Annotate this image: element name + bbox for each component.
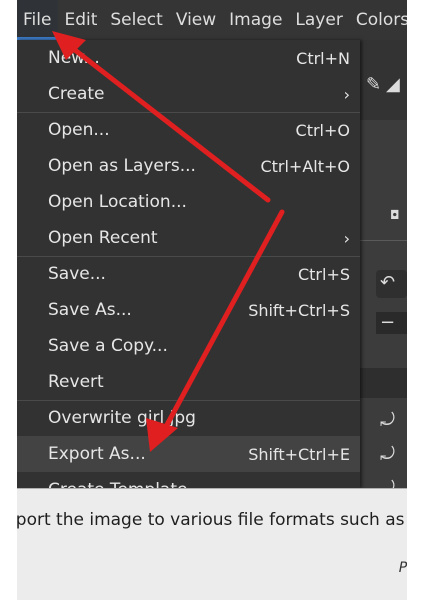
menu-item-save-a-copy[interactable]: Save a Copy... bbox=[17, 328, 360, 364]
menu-file[interactable]: File bbox=[17, 0, 59, 40]
background-panels: ✎ ◢ ◘ ↶ − ⤾ ⤾ ⤾ bbox=[360, 40, 407, 499]
undo-history-icon[interactable]: ↶ bbox=[380, 272, 395, 293]
menu-item-label: New... bbox=[48, 48, 100, 68]
submenu-chevron-icon: › bbox=[343, 228, 350, 248]
help-hint: Press F1 for more help bbox=[399, 560, 407, 576]
tooltip-border bbox=[17, 488, 407, 489]
menu-item-revert[interactable]: Revert bbox=[17, 364, 360, 400]
menu-layer[interactable]: Layer bbox=[289, 0, 349, 40]
menubar: File Edit Select View Image Layer Colors bbox=[17, 0, 407, 40]
menu-view[interactable]: View bbox=[170, 0, 223, 40]
menu-item-shortcut: Ctrl+N bbox=[296, 48, 350, 68]
menu-item-label: Export As... bbox=[48, 444, 146, 464]
menu-item-shortcut: Ctrl+O bbox=[295, 120, 350, 140]
tooltip-panel: Export the image to various file formats… bbox=[17, 488, 407, 600]
chain-icon[interactable]: ⤾ bbox=[380, 410, 395, 431]
menu-item-label: Overwrite girl.jpg bbox=[48, 408, 196, 428]
menu-item-export-as[interactable]: Export As... Shift+Ctrl+E bbox=[17, 436, 360, 472]
menu-item-open-recent[interactable]: Open Recent › bbox=[17, 220, 360, 256]
menu-item-label: Open... bbox=[48, 120, 110, 140]
menu-item-open[interactable]: Open... Ctrl+O bbox=[17, 112, 360, 148]
menu-item-create-template[interactable]: Create Template... bbox=[17, 472, 360, 488]
menu-item-shortcut: Shift+Ctrl+S bbox=[248, 300, 350, 320]
layers-header bbox=[360, 368, 407, 398]
menu-item-shortcut: Ctrl+Alt+O bbox=[260, 156, 350, 176]
pencil-tool-icon[interactable]: ✎ bbox=[366, 74, 381, 95]
menu-item-label: Open Location... bbox=[48, 192, 187, 212]
minus-icon[interactable]: − bbox=[380, 312, 395, 333]
gimp-window: File Edit Select View Image Layer Colors… bbox=[17, 0, 407, 600]
tooltip-text: Export the image to various file formats… bbox=[17, 510, 407, 530]
menu-item-save[interactable]: Save... Ctrl+S bbox=[17, 256, 360, 292]
menu-item-label: Create bbox=[48, 84, 105, 104]
menu-item-overwrite[interactable]: Overwrite girl.jpg bbox=[17, 400, 360, 436]
menu-colors[interactable]: Colors bbox=[350, 0, 407, 40]
menu-item-label: Revert bbox=[48, 372, 104, 392]
file-menu-dropdown: New... Ctrl+N Create › Open... Ctrl+O Op… bbox=[17, 40, 360, 488]
menu-item-label: Save As... bbox=[48, 300, 132, 320]
menu-item-create[interactable]: Create › bbox=[17, 76, 360, 112]
menu-item-open-as-layers[interactable]: Open as Layers... Ctrl+Alt+O bbox=[17, 148, 360, 184]
menu-image[interactable]: Image bbox=[223, 0, 289, 40]
menu-item-label: Save... bbox=[48, 264, 106, 284]
menu-item-label: Create Template... bbox=[48, 480, 204, 488]
menu-item-label: Open Recent bbox=[48, 228, 158, 248]
menu-item-label: Open as Layers... bbox=[48, 156, 196, 176]
menu-select[interactable]: Select bbox=[104, 0, 169, 40]
menu-item-label: Save a Copy... bbox=[48, 336, 168, 356]
menu-item-shortcut: Shift+Ctrl+E bbox=[248, 444, 350, 464]
submenu-chevron-icon: › bbox=[343, 84, 350, 104]
menu-item-save-as[interactable]: Save As... Shift+Ctrl+S bbox=[17, 292, 360, 328]
tooltip-text-container: Export the image to various file formats… bbox=[17, 510, 407, 530]
chain-icon-2[interactable]: ⤾ bbox=[380, 444, 395, 465]
menu-item-new[interactable]: New... Ctrl+N bbox=[17, 40, 360, 76]
menu-edit[interactable]: Edit bbox=[58, 0, 104, 40]
panel-divider bbox=[360, 240, 407, 241]
panel-config-icon[interactable]: ◘ bbox=[390, 208, 400, 222]
menu-item-open-location[interactable]: Open Location... bbox=[17, 184, 360, 220]
eraser-tool-icon[interactable]: ◢ bbox=[386, 74, 400, 95]
help-hint-text: Press F1 for more help bbox=[398, 560, 407, 576]
menu-item-shortcut: Ctrl+S bbox=[297, 264, 350, 284]
